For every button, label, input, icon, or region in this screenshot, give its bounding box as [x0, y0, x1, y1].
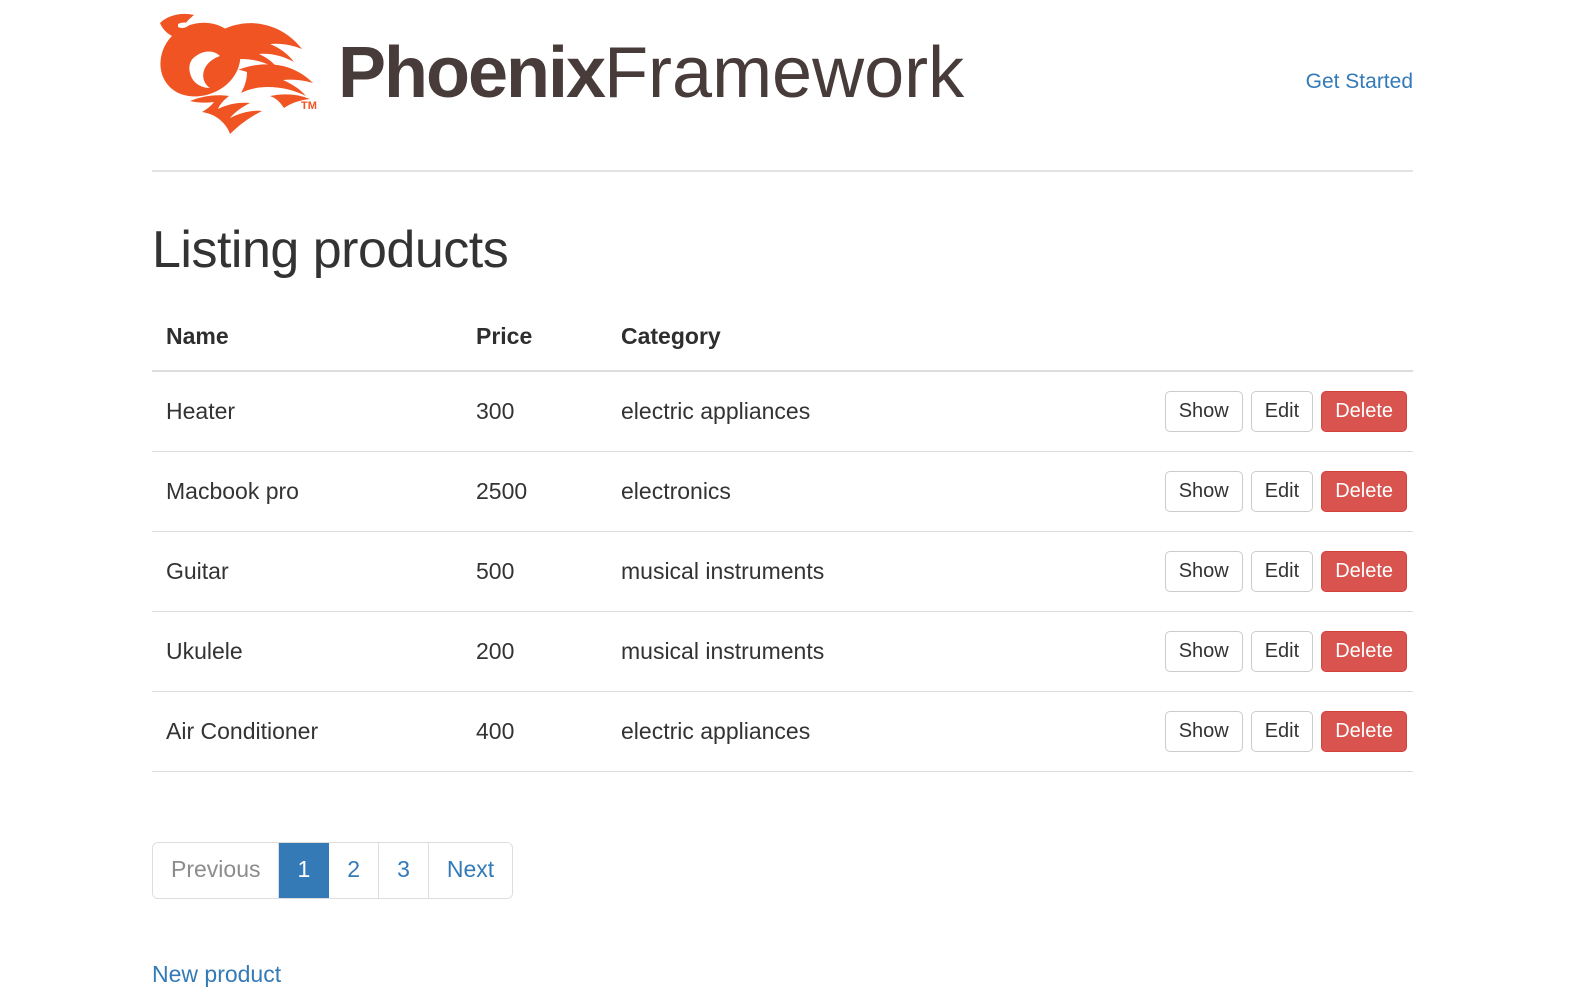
column-header-name: Name: [152, 323, 462, 373]
delete-button[interactable]: Delete: [1321, 471, 1407, 513]
pagination-page-3[interactable]: 3: [379, 843, 429, 898]
edit-button[interactable]: Edit: [1250, 711, 1314, 753]
phoenix-bird-logo-icon: TM: [152, 8, 328, 138]
pagination: Previous 1 2 3 Next: [152, 842, 514, 899]
show-button[interactable]: Show: [1164, 471, 1243, 513]
table-body: Heater 300 electric appliances Show Edit…: [152, 371, 1413, 773]
pagination-previous[interactable]: Previous: [153, 843, 280, 898]
edit-button[interactable]: Edit: [1250, 391, 1314, 433]
table-header-row: Name Price Category: [152, 323, 1413, 373]
wordmark-bold: Phoenix: [338, 33, 606, 113]
row-action-group: Show Edit Delete: [1164, 551, 1407, 593]
pagination-wrapper: Previous 1 2 3 Next: [152, 842, 1413, 899]
table-row: Heater 300 electric appliances Show Edit…: [152, 371, 1413, 453]
table-row: Air Conditioner 400 electric appliances …: [152, 691, 1413, 773]
row-action-group: Show Edit Delete: [1164, 711, 1407, 753]
edit-button[interactable]: Edit: [1250, 631, 1314, 673]
cell-price: 300: [462, 371, 607, 453]
pagination-page-1[interactable]: 1: [279, 843, 330, 898]
cell-name: Air Conditioner: [152, 691, 462, 773]
pagination-next[interactable]: Next: [428, 843, 513, 898]
delete-button[interactable]: Delete: [1321, 711, 1407, 753]
cell-category: electric appliances: [607, 691, 1147, 773]
column-header-category: Category: [607, 323, 1147, 373]
cell-actions: Show Edit Delete: [1147, 691, 1413, 773]
edit-button[interactable]: Edit: [1250, 471, 1314, 513]
cell-actions: Show Edit Delete: [1147, 531, 1413, 613]
table-row: Guitar 500 musical instruments Show Edit…: [152, 531, 1413, 613]
new-product-link[interactable]: New product: [152, 961, 281, 987]
products-table: Name Price Category Heater 300 electric …: [152, 323, 1413, 773]
cell-price: 500: [462, 531, 607, 613]
row-action-group: Show Edit Delete: [1164, 631, 1407, 673]
row-action-group: Show Edit Delete: [1164, 471, 1407, 513]
show-button[interactable]: Show: [1164, 551, 1243, 593]
cell-price: 200: [462, 611, 607, 693]
page-container: TM PhoenixFramework Get Started Listing …: [152, 0, 1413, 988]
brand-logo[interactable]: TM PhoenixFramework: [152, 8, 964, 138]
cell-category: musical instruments: [607, 611, 1147, 693]
cell-price: 400: [462, 691, 607, 773]
row-action-group: Show Edit Delete: [1164, 391, 1407, 433]
cell-price: 2500: [462, 451, 607, 533]
site-header: TM PhoenixFramework Get Started: [152, 0, 1413, 172]
page-title: Listing products: [152, 221, 509, 279]
edit-button[interactable]: Edit: [1250, 551, 1314, 593]
cell-actions: Show Edit Delete: [1147, 371, 1413, 453]
cell-name: Ukulele: [152, 611, 462, 693]
get-started-link[interactable]: Get Started: [1306, 70, 1413, 93]
new-product-wrapper: New product: [152, 961, 1413, 988]
main-content: Listing products Name Price Category Hea…: [152, 172, 1413, 988]
delete-button[interactable]: Delete: [1321, 551, 1407, 593]
table-row: Macbook pro 2500 electronics Show Edit D…: [152, 451, 1413, 533]
show-button[interactable]: Show: [1164, 631, 1243, 673]
cell-name: Heater: [152, 371, 462, 453]
show-button[interactable]: Show: [1164, 391, 1243, 433]
trademark-mark: TM: [301, 100, 317, 112]
cell-name: Guitar: [152, 531, 462, 613]
app-page: TM PhoenixFramework Get Started Listing …: [0, 0, 1574, 992]
table-head: Name Price Category: [152, 323, 1413, 373]
table-row: Ukulele 200 musical instruments Show Edi…: [152, 611, 1413, 693]
column-header-price: Price: [462, 323, 607, 373]
pagination-page-2[interactable]: 2: [329, 843, 380, 898]
cell-category: electronics: [607, 451, 1147, 533]
delete-button[interactable]: Delete: [1321, 391, 1407, 433]
show-button[interactable]: Show: [1164, 711, 1243, 753]
column-header-actions: [1147, 323, 1413, 373]
cell-actions: Show Edit Delete: [1147, 611, 1413, 693]
wordmark-light: Framework: [604, 33, 965, 113]
delete-button[interactable]: Delete: [1321, 631, 1407, 673]
cell-name: Macbook pro: [152, 451, 462, 533]
cell-category: electric appliances: [607, 371, 1147, 453]
wordmark: PhoenixFramework: [338, 37, 964, 109]
cell-actions: Show Edit Delete: [1147, 451, 1413, 533]
header-nav: Get Started: [1306, 70, 1413, 94]
cell-category: musical instruments: [607, 531, 1147, 613]
